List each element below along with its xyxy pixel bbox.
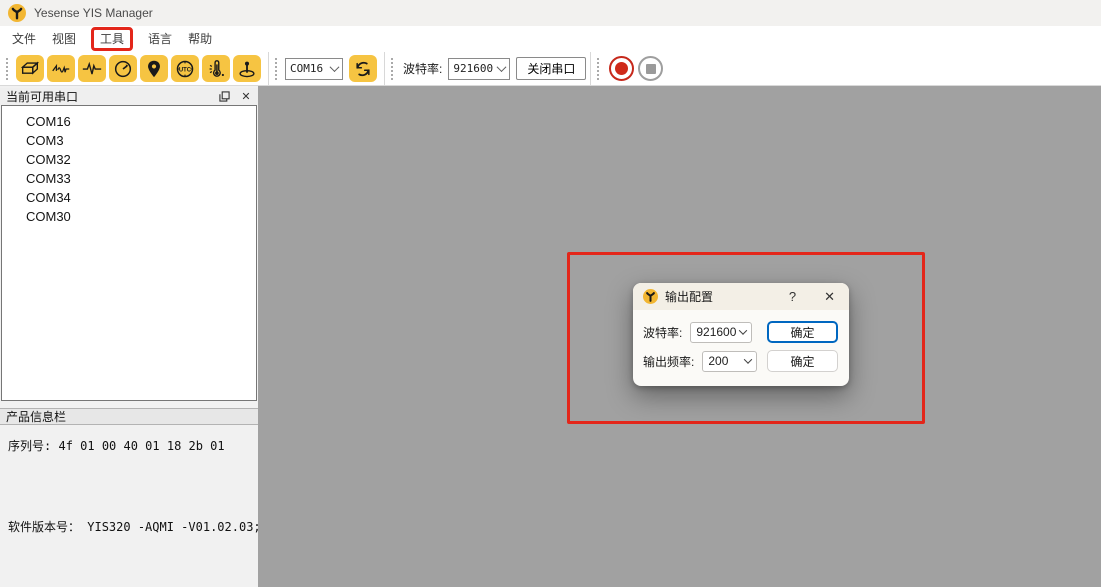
waveform-angle-icon: [50, 58, 72, 80]
port-select-value: COM16: [290, 62, 323, 75]
dialog-close-button[interactable]: ✕: [822, 289, 837, 305]
dialog-baud-select[interactable]: 921600: [690, 322, 752, 343]
serial-number-value: 4f 01 00 40 01 18 2b 01: [58, 439, 224, 453]
stop-button[interactable]: [638, 56, 663, 81]
chevron-down-icon: [330, 62, 340, 72]
list-item-port[interactable]: COM34: [2, 188, 256, 207]
chevron-down-icon: [739, 326, 747, 334]
window-title: Yesense YIS Manager: [34, 6, 153, 20]
dialog-help-button[interactable]: ?: [787, 289, 798, 304]
output-rate-row: 输出频率: 200 确定: [643, 350, 838, 372]
dialog-title: 输出配置: [665, 288, 713, 305]
baud-rate-row: 波特率: 921600 确定: [643, 321, 838, 343]
list-item-port[interactable]: COM33: [2, 169, 256, 188]
list-item-port[interactable]: COM32: [2, 150, 256, 169]
toolbar: UTC COM16: [0, 52, 1101, 86]
toolbar-group-record: [590, 52, 667, 85]
utc-clock-icon: UTC: [174, 58, 196, 80]
dialog-freq-label: 输出频率:: [643, 353, 694, 370]
dialog-body: 波特率: 921600 确定 输出频率: 200 确定: [633, 310, 849, 372]
signal-wave-button[interactable]: [78, 55, 106, 82]
dialog-baud-label: 波特率:: [643, 324, 682, 341]
pressure-button[interactable]: [233, 55, 261, 82]
title-bar: Yesense YIS Manager: [0, 0, 1101, 26]
toolbar-drag-handle[interactable]: [391, 58, 396, 80]
menu-bar: 文件 视图 工具 语言 帮助: [0, 26, 1101, 52]
menu-item-tools[interactable]: 工具: [84, 27, 140, 51]
pressure-stick-icon: [236, 58, 258, 80]
port-select[interactable]: COM16: [285, 58, 343, 80]
list-item-port[interactable]: COM3: [2, 131, 256, 150]
baud-confirm-button[interactable]: 确定: [767, 321, 838, 343]
content-area: 当前可用串口 ✕ COM16 COM3 COM32 COM33 COM34 CO…: [0, 86, 1101, 587]
svg-text:UTC: UTC: [179, 67, 192, 73]
dialog-freq-select[interactable]: 200: [702, 351, 757, 372]
gauge-icon: [112, 58, 134, 80]
toolbar-drag-handle[interactable]: [597, 58, 602, 80]
gauge-button[interactable]: [109, 55, 137, 82]
dialog-title-bar: 输出配置 ? ✕: [633, 283, 849, 310]
chevron-down-icon: [497, 62, 507, 72]
ports-panel-title: 当前可用串口: [6, 88, 78, 105]
record-icon: [615, 62, 628, 75]
close-port-button[interactable]: 关闭串口: [516, 57, 586, 80]
software-version-line: 软件版本号： YIS320 -AQMI -V01.02.03;: [8, 518, 250, 535]
cube-3d-icon: [19, 58, 41, 80]
float-window-icon: [219, 91, 230, 102]
annotation-box-tools: 工具: [91, 27, 133, 51]
product-info-body: 序列号: 4f 01 00 40 01 18 2b 01 软件版本号： YIS3…: [0, 425, 258, 587]
menu-item-language[interactable]: 语言: [140, 27, 180, 51]
record-button[interactable]: [609, 56, 634, 81]
utc-time-button[interactable]: UTC: [171, 55, 199, 82]
product-info-header: 产品信息栏: [0, 408, 258, 425]
dialog-baud-value: 921600: [696, 325, 736, 339]
software-version-value: YIS320 -AQMI -V01.02.03;: [87, 520, 260, 534]
data-curve-button[interactable]: [47, 55, 75, 82]
ports-list: COM16 COM3 COM32 COM33 COM34 COM30: [1, 105, 257, 401]
toolbar-group-port: COM16: [268, 52, 384, 85]
yesense-logo-icon: [643, 289, 658, 304]
toolbar-group-views: UTC: [0, 52, 268, 85]
serial-number-line: 序列号: 4f 01 00 40 01 18 2b 01: [8, 437, 250, 454]
thermometer-icon: [205, 58, 227, 80]
serial-number-label: 序列号:: [8, 439, 51, 453]
app-window: Yesense YIS Manager 文件 视图 工具 语言 帮助: [0, 0, 1101, 587]
panel-splitter[interactable]: [0, 401, 258, 408]
stop-icon: [646, 64, 656, 74]
left-sidebar: 当前可用串口 ✕ COM16 COM3 COM32 COM33 COM34 CO…: [0, 86, 258, 587]
chevron-down-icon: [744, 355, 752, 363]
baud-select[interactable]: 921600: [448, 58, 510, 80]
software-version-label: 软件版本号：: [8, 520, 80, 534]
toolbar-drag-handle[interactable]: [6, 58, 11, 80]
main-workspace: 输出配置 ? ✕ 波特率: 921600 确定 输出频率:: [258, 86, 1101, 587]
dialog-freq-value: 200: [708, 354, 728, 368]
refresh-sync-icon: [353, 59, 373, 79]
panel-float-button[interactable]: [218, 91, 230, 103]
product-info-title: 产品信息栏: [6, 408, 66, 425]
3d-view-button[interactable]: [16, 55, 44, 82]
toolbar-group-baud: 波特率: 921600 关闭串口: [384, 52, 590, 85]
temperature-button[interactable]: [202, 55, 230, 82]
location-pin-icon: [143, 58, 165, 80]
list-item-port[interactable]: COM30: [2, 207, 256, 226]
list-item-port[interactable]: COM16: [2, 112, 256, 131]
menu-item-file[interactable]: 文件: [4, 27, 44, 51]
output-config-dialog: 输出配置 ? ✕ 波特率: 921600 确定 输出频率:: [633, 283, 849, 386]
waveform-spike-icon: [81, 58, 103, 80]
baud-select-value: 921600: [453, 62, 493, 75]
menu-item-help[interactable]: 帮助: [180, 27, 220, 51]
ports-panel-header: 当前可用串口 ✕: [0, 88, 258, 105]
menu-item-view[interactable]: 视图: [44, 27, 84, 51]
panel-close-button[interactable]: ✕: [240, 91, 252, 103]
yesense-logo-icon: [8, 4, 26, 22]
refresh-ports-button[interactable]: [349, 55, 377, 82]
toolbar-drag-handle[interactable]: [275, 58, 280, 80]
baud-rate-label: 波特率:: [403, 60, 442, 77]
location-button[interactable]: [140, 55, 168, 82]
freq-confirm-button[interactable]: 确定: [767, 350, 838, 372]
